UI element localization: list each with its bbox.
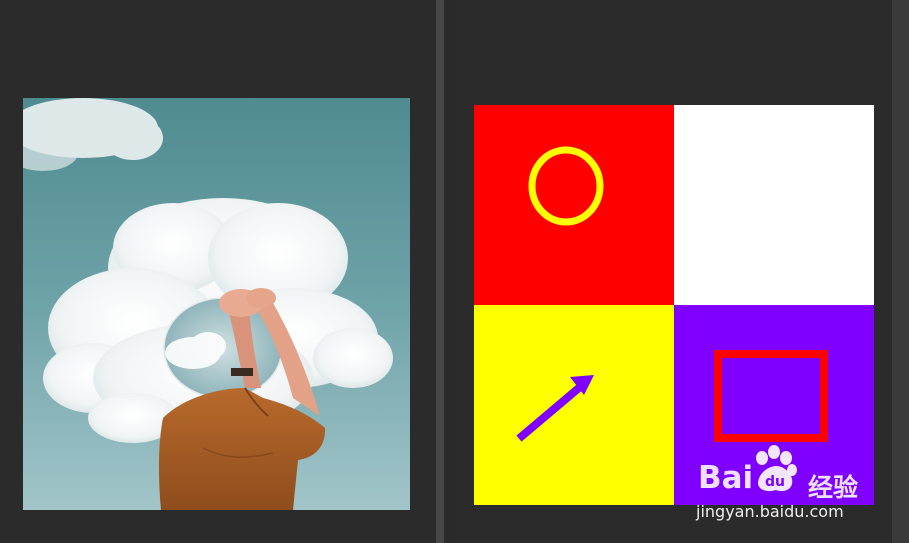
watermark-url: jingyan.baidu.com: [696, 502, 844, 521]
panel-divider[interactable]: [436, 0, 444, 543]
sky-cloud-photo[interactable]: [23, 98, 410, 510]
svg-text:du: du: [765, 474, 785, 490]
paw-icon: du: [750, 444, 802, 501]
left-document-panel: [0, 0, 436, 543]
watermark-logo-left: Bai: [698, 460, 754, 496]
panel-gap: [444, 0, 456, 543]
editor-workspace: Bai du 经验 jingyan.baidu.com: [0, 0, 909, 543]
watermark-logo-right: 经验: [808, 473, 859, 502]
quadrant-white: [674, 105, 874, 305]
quadrant-red: [474, 105, 674, 305]
baidu-jingyan-watermark: Bai du 经验 jingyan.baidu.com: [690, 440, 890, 530]
right-edge-bar: [892, 0, 909, 543]
quadrant-yellow: [474, 305, 674, 505]
